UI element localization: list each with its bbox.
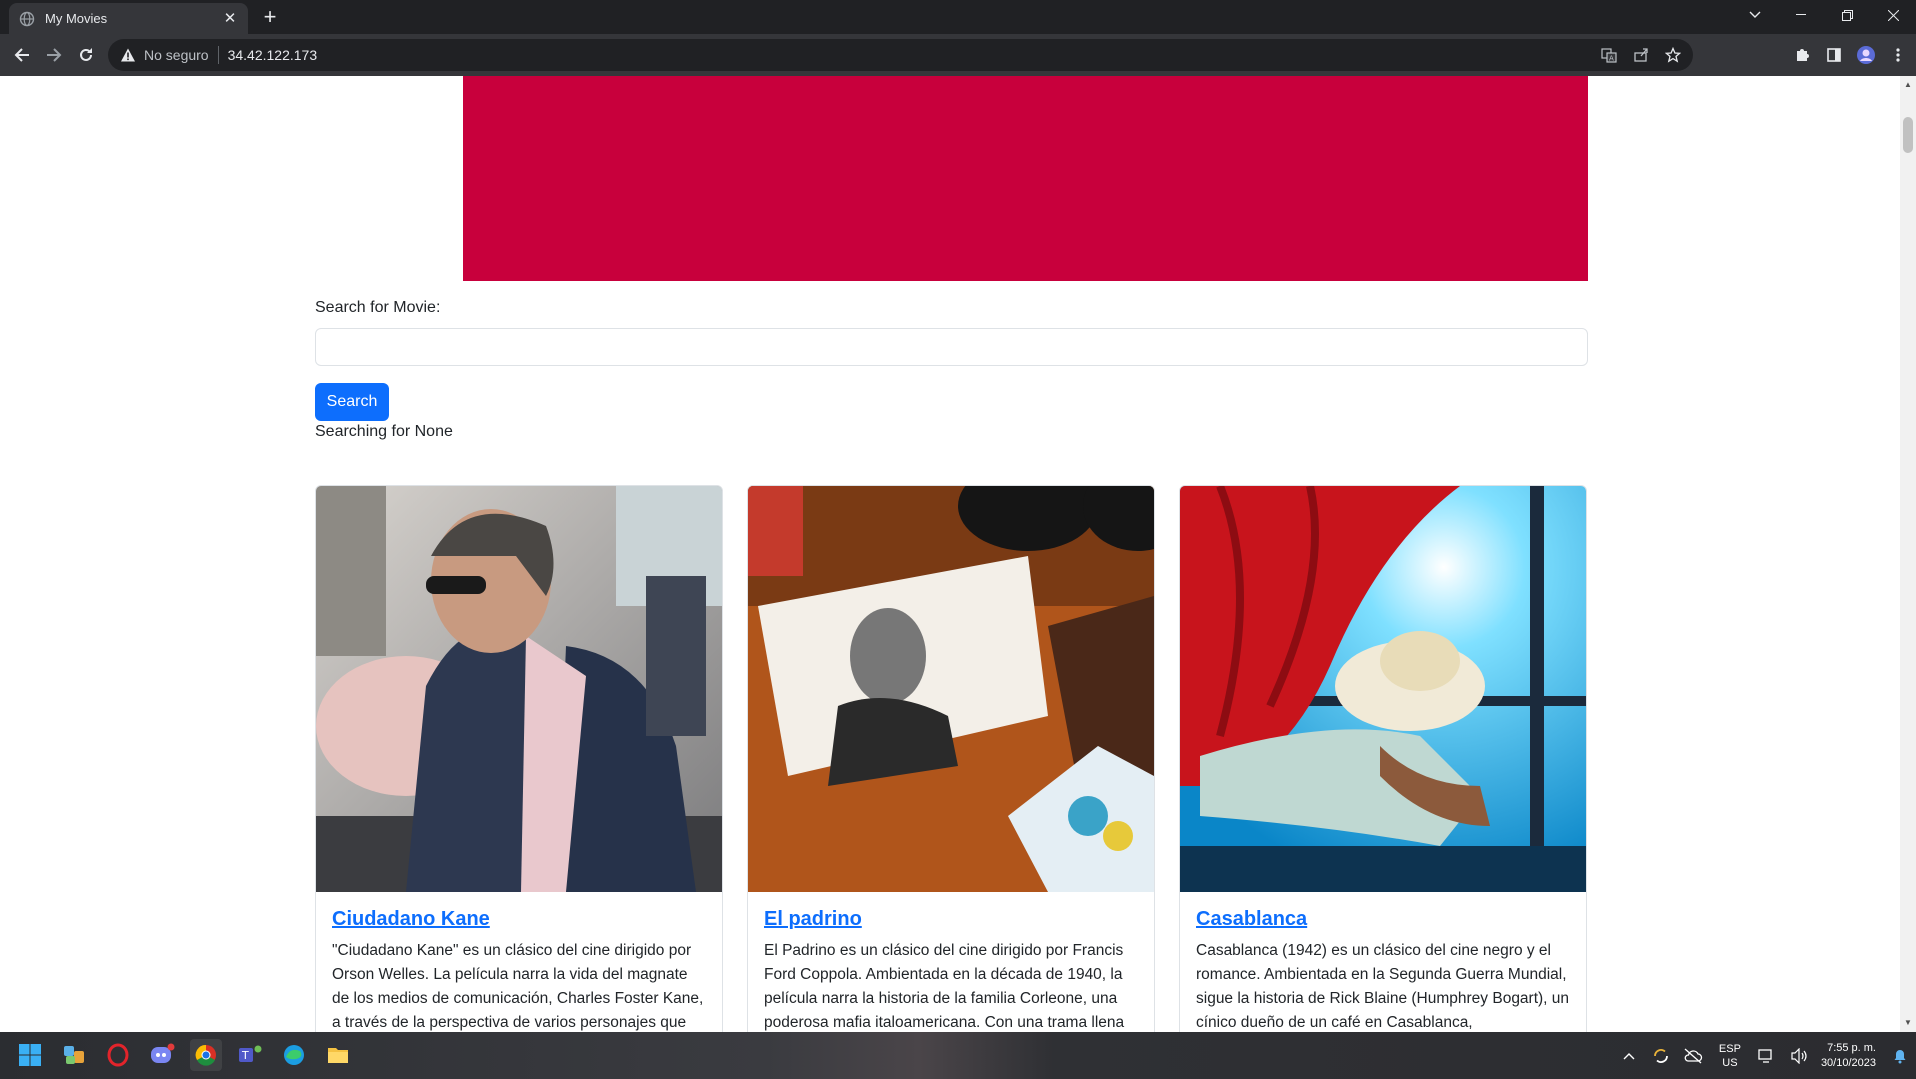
warning-icon [121, 48, 135, 62]
movie-card: Ciudadano Kane "Ciudadano Kane" es un cl… [315, 485, 723, 1032]
browser-toolbar: No seguro 34.42.122.173 A [0, 34, 1916, 76]
clock-time: 7:55 p. m. [1827, 1041, 1876, 1054]
bookmark-star-icon[interactable] [1663, 47, 1683, 63]
omnibox-actions: A [1599, 47, 1683, 63]
cloud-off-icon[interactable] [1683, 1046, 1703, 1066]
search-button[interactable]: Search [315, 383, 389, 421]
divider [217, 46, 219, 64]
address-bar[interactable]: No seguro 34.42.122.173 A [108, 39, 1693, 71]
movie-title-link[interactable]: Ciudadano Kane [332, 908, 706, 931]
scroll-down-arrow-icon[interactable]: ▼ [1900, 1016, 1916, 1030]
input-language[interactable]: ESP US [1719, 1042, 1741, 1070]
widgets-icon[interactable] [58, 1039, 90, 1071]
page-scrollbar[interactable]: ▲ ▼ [1900, 76, 1916, 1032]
taskbar-apps: T [14, 1039, 354, 1071]
security-label[interactable]: No seguro [144, 47, 209, 63]
tab-search-icon[interactable] [1732, 0, 1778, 30]
movie-description: Casablanca (1942) es un clásico del cine… [1196, 942, 1570, 1031]
file-explorer-icon[interactable] [322, 1039, 354, 1071]
forward-arrow-icon [47, 48, 62, 62]
back-arrow-icon [14, 48, 29, 62]
tab-strip: My Movies ✕ + [0, 0, 1916, 34]
tab-title: My Movies [45, 11, 108, 26]
translate-icon[interactable]: A [1599, 47, 1619, 63]
forward-button[interactable] [42, 43, 66, 67]
movie-poster-image [1180, 486, 1586, 892]
side-panel-icon[interactable] [1822, 43, 1846, 67]
movie-card-grid: Ciudadano Kane "Ciudadano Kane" es un cl… [315, 485, 1588, 1032]
search-label: Search for Movie: [315, 299, 441, 316]
movie-title-link[interactable]: Casablanca [1196, 908, 1570, 931]
toolbar-right [1790, 43, 1910, 67]
clock[interactable]: 7:55 p. m. 30/10/2023 [1821, 1041, 1876, 1071]
hero-banner [463, 76, 1588, 281]
profile-avatar-icon[interactable] [1854, 43, 1878, 67]
movie-description: "Ciudadano Kane" es un clásico del cine … [332, 942, 704, 1031]
movie-poster-image [748, 486, 1154, 892]
share-icon[interactable] [1631, 47, 1651, 63]
opera-icon[interactable] [102, 1039, 134, 1071]
restore-button[interactable] [1824, 0, 1870, 30]
system-tray: ESP US 7:55 p. m. 30/10/2023 [1613, 1032, 1916, 1079]
network-icon[interactable] [1757, 1046, 1777, 1066]
reload-button[interactable] [74, 43, 98, 67]
volume-icon[interactable] [1789, 1046, 1809, 1066]
new-tab-button[interactable]: + [258, 6, 282, 30]
movie-card: Casablanca Casablanca (1942) es un clási… [1179, 485, 1587, 1032]
chevron-up-icon[interactable] [1619, 1046, 1639, 1066]
discord-icon[interactable] [146, 1039, 178, 1071]
close-window-button[interactable] [1870, 0, 1916, 30]
reload-icon [80, 48, 92, 61]
globe-icon [19, 11, 35, 26]
movie-card: El padrino El Padrino es un clásico del … [747, 485, 1155, 1032]
windows-start-icon[interactable] [14, 1039, 46, 1071]
close-tab-icon[interactable]: ✕ [222, 10, 238, 27]
sync-icon[interactable] [1651, 1046, 1671, 1066]
notification-bell-icon[interactable] [1890, 1046, 1910, 1066]
window-controls [1732, 0, 1916, 30]
movie-title-link[interactable]: El padrino [764, 908, 1138, 931]
chrome-icon[interactable] [190, 1039, 222, 1071]
movie-description: El Padrino es un clásico del cine dirigi… [764, 942, 1125, 1031]
page-viewport: Search for Movie: Search Searching for N… [0, 76, 1900, 1032]
svg-text:A: A [1609, 55, 1614, 63]
search-input[interactable] [315, 328, 1588, 366]
scrollbar-thumb[interactable] [1903, 117, 1913, 153]
url-text[interactable]: 34.42.122.173 [228, 47, 318, 63]
clock-date: 30/10/2023 [1820, 1056, 1876, 1069]
tab-my-movies[interactable]: My Movies ✕ [9, 3, 248, 34]
menu-kebab-icon[interactable] [1886, 43, 1910, 67]
windows-taskbar: T ESP US 7:55 p. m. 30/10/2023 [0, 1032, 1916, 1079]
extensions-puzzle-icon[interactable] [1790, 43, 1814, 67]
minimize-button[interactable] [1778, 0, 1824, 30]
svg-text:T: T [241, 1049, 249, 1062]
back-button[interactable] [10, 43, 34, 67]
scroll-up-arrow-icon[interactable]: ▲ [1900, 78, 1916, 92]
edge-icon[interactable] [278, 1039, 310, 1071]
teams-icon[interactable]: T [234, 1039, 266, 1071]
searching-status: Searching for None [315, 423, 453, 440]
movie-poster-image [316, 486, 722, 892]
